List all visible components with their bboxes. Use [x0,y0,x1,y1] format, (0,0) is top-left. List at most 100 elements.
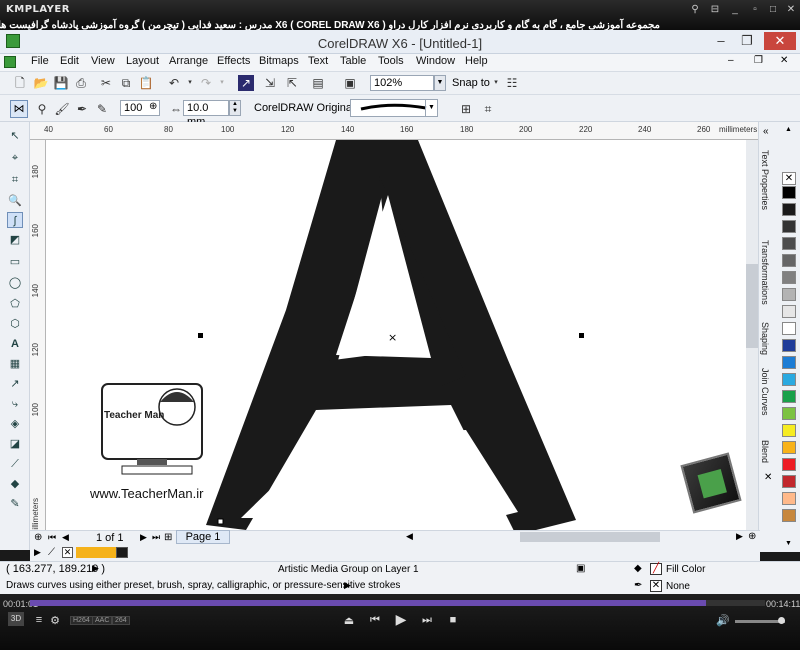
palette-swatch[interactable] [782,339,796,352]
tab-page-1[interactable]: Page 1 [176,530,230,544]
calligraphic-mode-icon[interactable]: ✒ [74,101,90,117]
save-icon[interactable]: 💾 [53,75,69,91]
color-proof-icon[interactable]: ▣ [576,563,585,574]
table-tool-icon[interactable]: ▦ [7,356,23,372]
vertical-scrollbar[interactable] [746,140,758,530]
cut-icon[interactable]: ✂ [98,75,114,91]
zoom-dropdown-icon[interactable]: ▼ [434,75,446,91]
connector-tool-icon[interactable]: ⤷ [7,396,23,412]
page-settings-icon[interactable]: ⊕ [34,532,42,543]
doc-palette-no-color[interactable]: ✕ [62,547,73,558]
paste-icon[interactable]: 📋 [138,75,154,91]
next-page-icon[interactable]: ▶ [140,532,147,543]
navigator-icon[interactable]: ⊕ [748,531,756,542]
zoom-tool-icon[interactable]: 🔍 [7,193,23,209]
selection-handle[interactable] [198,333,203,338]
doc-minimize-button[interactable]: – [728,55,734,66]
application-launcher-icon[interactable]: ▣ [342,75,358,91]
palette-swatch[interactable] [782,271,796,284]
first-page-icon[interactable]: ⏮ [48,532,56,543]
expand-arrow-icon[interactable]: ▶ [92,563,99,574]
basic-shapes-tool-icon[interactable]: ⬡ [7,316,23,332]
export-icon[interactable]: ⇱ [284,75,300,91]
outline-tool-icon[interactable]: ✎ [7,496,23,512]
palette-scroll-up-icon[interactable]: ▲ [785,126,792,133]
volume-icon[interactable]: 🔊 [716,614,730,627]
menu-help[interactable]: Help [465,55,488,67]
palette-swatch[interactable] [782,220,796,233]
sprayer-mode-icon[interactable]: 🖌 [54,101,70,117]
last-page-icon[interactable]: ⏭ [152,532,160,543]
blend-tool-icon[interactable]: ◈ [7,416,23,432]
redo-dropdown-icon[interactable]: ▾ [214,75,230,91]
pick-tool-icon[interactable]: ↖ [7,128,23,144]
previous-page-icon[interactable]: ◀ [62,532,69,543]
doc-palette-swatch[interactable] [76,547,86,558]
docker-tab-blend[interactable]: Blend [760,440,770,463]
transparency-tool-icon[interactable]: ◪ [7,436,23,452]
palette-swatch[interactable] [782,186,796,199]
outline-color-swatch[interactable]: ✕ [650,580,662,592]
new-document-icon[interactable]: 🗋 [12,75,28,91]
brush-mode-icon[interactable]: ⚲ [34,101,50,117]
vertical-ruler[interactable] [30,140,46,530]
print-icon[interactable]: ⎙ [73,75,89,91]
dimension-tool-icon[interactable]: ↗ [7,376,23,392]
copy-icon[interactable]: ⧉ [118,75,134,91]
smart-fill-tool-icon[interactable]: ◩ [7,232,23,248]
docker-tab-transformations[interactable]: Transformations [760,240,770,305]
zoom-level-field[interactable]: 102% [370,75,434,91]
palette-swatch[interactable] [782,373,796,386]
menu-arrange[interactable]: Arrange [169,55,208,67]
edit-stroke-icon[interactable]: ⌗ [480,101,496,117]
next-icon[interactable]: ⏭ [420,614,434,627]
artistic-media-tool-icon[interactable]: ∫ [7,212,23,228]
document-icon[interactable] [4,56,16,68]
import-icon[interactable]: ⇲ [262,75,278,91]
menu-bitmaps[interactable]: Bitmaps [259,55,299,67]
scroll-left-icon[interactable]: ◀ [406,531,413,542]
menu-window[interactable]: Window [416,55,455,67]
palette-swatch[interactable] [782,322,796,335]
hint-more-icon[interactable]: ▶ [344,580,351,591]
doc-palette-menu-icon[interactable]: ▶ [34,547,41,558]
menu-table[interactable]: Table [340,55,366,67]
selection-handle[interactable] [579,333,584,338]
palette-swatch[interactable] [782,458,796,471]
crop-tool-icon[interactable]: ⌗ [7,172,23,188]
docker-expand-icon[interactable]: « [763,126,769,137]
menu-layout[interactable]: Layout [126,55,159,67]
palette-swatch[interactable] [782,254,796,267]
docker-tab-join-curves[interactable]: Join Curves [760,368,770,416]
volume-handle[interactable] [778,617,785,624]
undo-icon[interactable]: ↶ [166,75,182,91]
player-restore-button[interactable]: ▫ [748,4,762,16]
polygon-tool-icon[interactable]: ⬠ [7,296,23,312]
doc-restore-button[interactable]: ❐ [754,55,763,66]
palette-scroll-down-icon[interactable]: ▼ [785,540,792,547]
preset-dropdown-icon[interactable]: ▼ [425,100,437,116]
doc-close-button[interactable]: ✕ [780,55,788,66]
doc-palette-swatch[interactable] [96,547,106,558]
publish-pdf-icon[interactable]: ▤ [310,75,326,91]
smoothing-slider-icon[interactable]: ⊕ [149,101,157,112]
3d-mode-icon[interactable]: 3D [8,612,24,626]
undo-dropdown-icon[interactable]: ▾ [182,75,198,91]
doc-palette-swatch[interactable] [86,547,96,558]
stroke-width-field[interactable]: 10.0 mm [183,100,229,128]
palette-swatch[interactable] [782,288,796,301]
snap-to-button[interactable]: Snap to [452,77,490,89]
node-handle[interactable] [217,518,224,525]
drawing-canvas[interactable]: × Teacher Man www.TeacherMan.ir [46,140,746,530]
redo-icon[interactable]: ↷ [198,75,214,91]
close-button[interactable]: ✕ [764,32,796,50]
search-content-icon[interactable]: ↗ [238,75,254,91]
palette-swatch[interactable] [782,407,796,420]
player-maximize-button[interactable]: □ [766,4,780,16]
no-color-swatch[interactable]: ✕ [782,172,796,185]
palette-swatch[interactable] [782,237,796,250]
palette-swatch[interactable] [782,203,796,216]
maximize-button[interactable]: ❐ [736,32,758,50]
menu-text[interactable]: Text [308,55,328,67]
doc-palette-swatch-black[interactable] [116,547,128,558]
